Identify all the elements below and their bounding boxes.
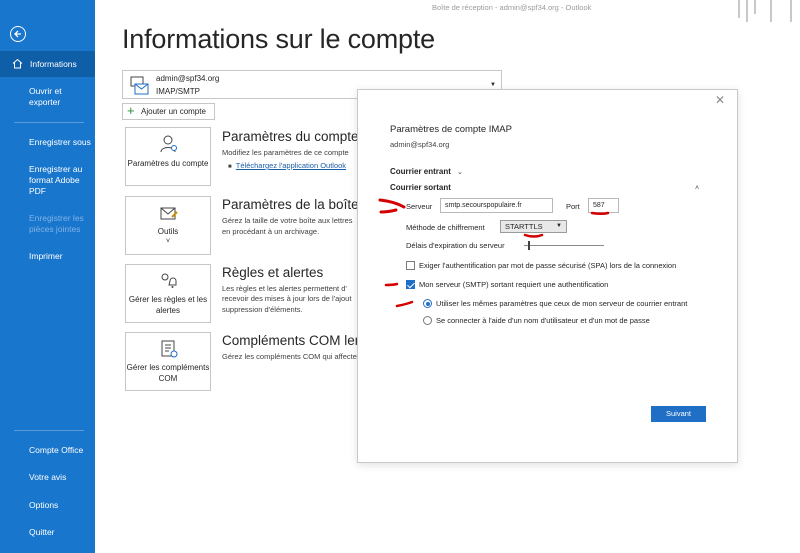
incoming-mail-section[interactable]: Courrier entrant [390, 167, 451, 176]
nav-item-label: Options [29, 500, 59, 510]
nav-item-quit[interactable]: Quitter [0, 527, 95, 538]
chevron-up-icon[interactable]: ˄ [695, 185, 699, 192]
same-settings-label: Utiliser les mêmes paramètres que ceux d… [436, 299, 688, 308]
next-button[interactable]: Suivant [651, 406, 706, 422]
section-title-com-addins: Compléments COM lents [222, 333, 373, 348]
login-label: Se connecter à l'aide d'un nom d'utilisa… [436, 316, 650, 325]
add-account-label: Ajouter un compte [141, 107, 206, 116]
spa-checkbox[interactable] [406, 261, 415, 270]
section-desc: Les règles et les alertes permettent d' [222, 284, 347, 293]
nav-item-options[interactable]: Options [0, 500, 95, 511]
window-controls [730, 0, 800, 22]
spa-label: Exiger l'authentification par mot de pas… [419, 261, 677, 270]
nav-item-informations[interactable]: Informations [0, 51, 95, 77]
account-email: admin@spf34.org [156, 74, 220, 83]
nav-item-label: Votre avis [29, 472, 67, 482]
nav-item-label: Enregistrer sous [29, 137, 91, 147]
rules-bell-icon [159, 271, 179, 295]
timeout-slider-track[interactable] [524, 245, 604, 246]
port-input[interactable]: 587 [588, 198, 619, 213]
home-icon [12, 58, 23, 72]
section-desc: recevoir des mises à jour lors de l'ajou… [222, 294, 352, 303]
nav-item-label: Enregistrer les pièces jointes [29, 213, 84, 234]
add-account-button[interactable]: + Ajouter un compte [122, 103, 215, 120]
tile-label: Gérer les compléments COM [126, 363, 210, 383]
close-icon[interactable]: ✕ [715, 93, 725, 107]
nav-item-label: Enregistrer au format Adobe PDF [29, 164, 83, 196]
mail-account-icon [130, 76, 150, 101]
server-label: Serveur [406, 202, 433, 211]
nav-item-save-attachments: Enregistrer les pièces jointes [0, 213, 95, 235]
page-title: Informations sur le compte [122, 24, 435, 54]
download-app-link-row: ■ Téléchargez l'application Outlook [228, 161, 347, 170]
nav-item-save-as[interactable]: Enregistrer sous [0, 137, 95, 148]
tile-label: Gérer les règles et les alertes [128, 295, 208, 315]
account-settings-tile[interactable]: Paramètres du compte [125, 127, 211, 186]
section-desc: Gérez la taille de votre boîte aux lettr… [222, 216, 353, 225]
window-title: Boîte de réception - admin@spf34.org - O… [432, 3, 592, 12]
com-addins-icon [159, 339, 179, 363]
server-input[interactable]: smtp.secourspopulaire.fr [440, 198, 553, 213]
encryption-select[interactable]: STARTTLS ▼ [500, 220, 567, 233]
back-arrow-icon[interactable] [10, 26, 26, 42]
timeout-label: Délais d'expiration du serveur [406, 241, 505, 250]
download-app-link[interactable]: Téléchargez l'application Outlook [236, 161, 346, 170]
chevron-down-icon: ▼ [490, 82, 496, 88]
section-title-rules-alerts: Règles et alertes [222, 265, 324, 280]
smtp-auth-checkbox[interactable] [406, 280, 415, 289]
nav-item-label: Imprimer [29, 251, 63, 261]
smtp-auth-label: Mon serveur (SMTP) sortant requiert une … [419, 280, 609, 289]
section-desc: suppression d'éléments. [222, 305, 303, 314]
nav-divider [14, 430, 84, 431]
nav-item-print[interactable]: Imprimer [0, 251, 95, 262]
nav-item-label: Compte Office [29, 445, 84, 455]
chevron-down-icon: ˅ [165, 238, 171, 245]
nav-item-label: Ouvrir et exporter [29, 86, 62, 107]
com-addins-tile[interactable]: Gérer les compléments COM [125, 332, 211, 391]
nav-divider [14, 122, 84, 123]
nav-item-feedback[interactable]: Votre avis [0, 472, 95, 483]
section-title-account-settings: Paramètres du compte [222, 129, 359, 144]
mailbox-tools-icon [159, 205, 179, 227]
tile-label: Paramètres du compte [127, 159, 209, 168]
backstage-nav: Informations Ouvrir et exporter Enregist… [0, 0, 95, 553]
nav-item-label: Quitter [29, 527, 55, 537]
timeout-slider-thumb[interactable] [528, 241, 530, 250]
encryption-label: Méthode de chiffrement [406, 223, 485, 232]
outgoing-mail-section[interactable]: Courrier sortant [390, 183, 451, 192]
rules-alerts-tile[interactable]: Gérer les règles et les alertes [125, 264, 211, 323]
account-type: IMAP/SMTP [156, 87, 201, 96]
dialog-title: Paramètres de compte IMAP [390, 124, 512, 135]
encryption-value: STARTTLS [505, 222, 543, 231]
dialog-email: admin@spf34.org [390, 140, 450, 149]
chevron-down-icon: ▼ [556, 223, 562, 229]
nav-item-label: Informations [30, 58, 77, 69]
port-label: Port [566, 202, 580, 211]
section-desc: en procédant à un archivage. [222, 227, 320, 236]
imap-settings-dialog: ✕ Paramètres de compte IMAP admin@spf34.… [357, 89, 738, 463]
nav-item-office-account[interactable]: Compte Office [0, 445, 95, 456]
user-settings-icon [159, 134, 179, 158]
tile-label: Outils [157, 227, 179, 236]
section-desc: Gérez les compléments COM qui affectent [222, 352, 362, 361]
tools-tile[interactable]: Outils ˅ [125, 196, 211, 255]
nav-item-open-export[interactable]: Ouvrir et exporter [0, 86, 95, 108]
nav-item-save-pdf[interactable]: Enregistrer au format Adobe PDF [0, 164, 95, 197]
title-bar: Boîte de réception - admin@spf34.org - O… [95, 0, 800, 22]
section-desc: Modifiez les paramètres de ce compte [222, 148, 349, 157]
chevron-down-icon[interactable]: ⌄ [457, 168, 463, 176]
same-settings-radio[interactable] [423, 299, 432, 308]
plus-icon: + [127, 103, 135, 118]
login-radio[interactable] [423, 316, 432, 325]
